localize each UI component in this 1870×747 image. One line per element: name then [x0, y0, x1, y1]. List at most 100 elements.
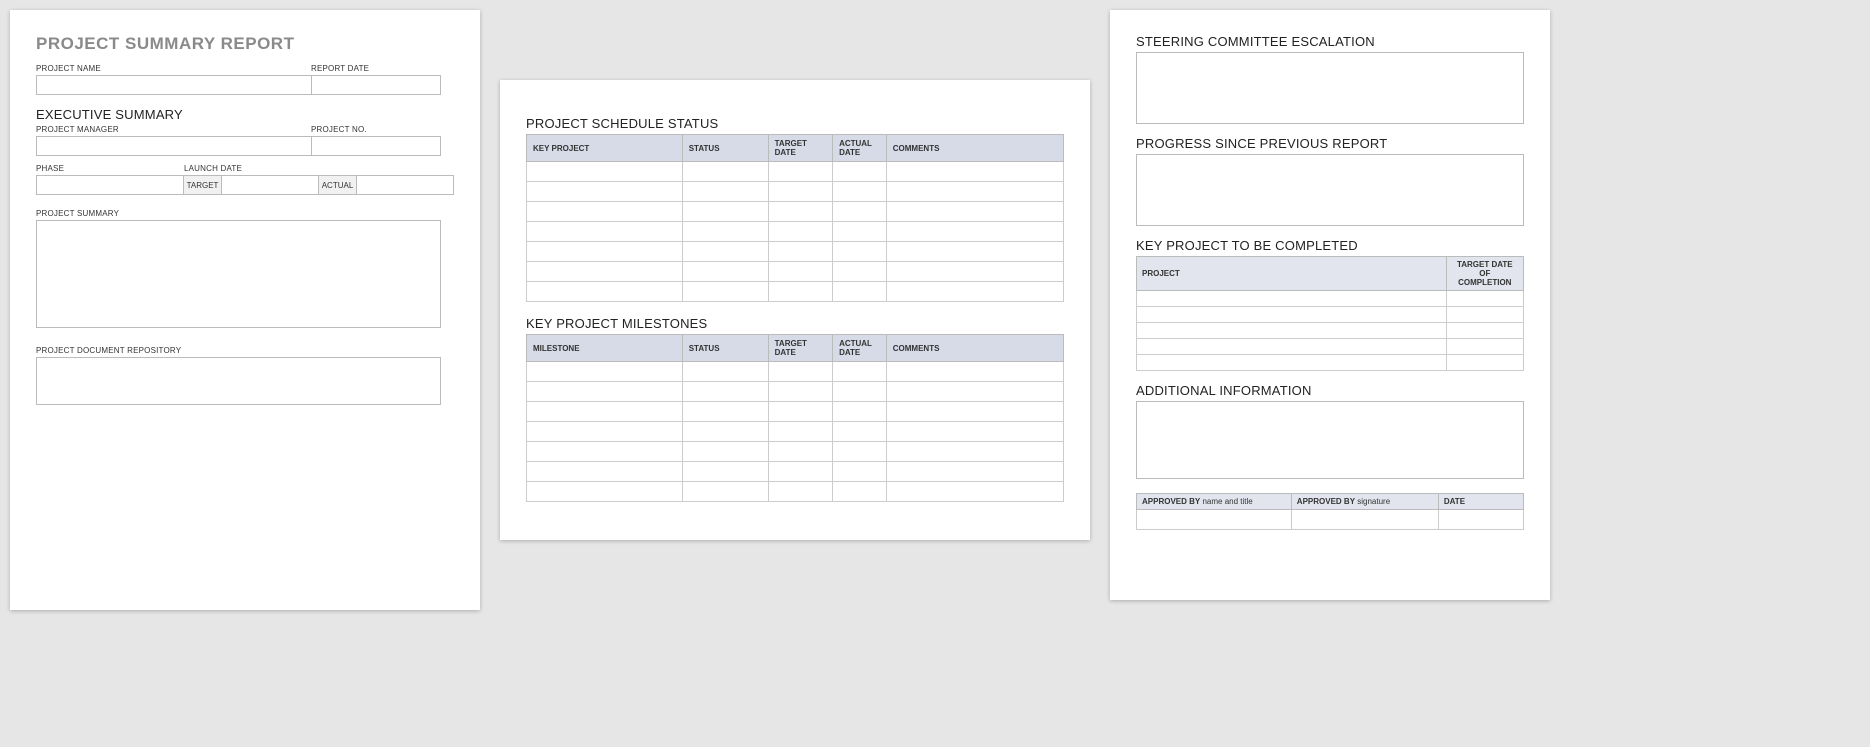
- cell[interactable]: [682, 422, 768, 442]
- cell[interactable]: [1446, 291, 1523, 307]
- cell[interactable]: [768, 222, 832, 242]
- cell[interactable]: [768, 282, 832, 302]
- input-project-summary[interactable]: [36, 220, 441, 328]
- cell[interactable]: [682, 482, 768, 502]
- cell[interactable]: [768, 242, 832, 262]
- cell[interactable]: [833, 222, 887, 242]
- cell[interactable]: [768, 422, 832, 442]
- cell[interactable]: [833, 362, 887, 382]
- cell[interactable]: [768, 202, 832, 222]
- cell[interactable]: [682, 402, 768, 422]
- cell[interactable]: [527, 282, 683, 302]
- input-progress[interactable]: [1136, 154, 1524, 226]
- cell[interactable]: [527, 402, 683, 422]
- cell[interactable]: [1446, 307, 1523, 323]
- cell[interactable]: [886, 462, 1063, 482]
- cell[interactable]: [886, 442, 1063, 462]
- cell[interactable]: [833, 482, 887, 502]
- cell[interactable]: [527, 462, 683, 482]
- cell[interactable]: [886, 482, 1063, 502]
- cell[interactable]: [1137, 291, 1447, 307]
- cell[interactable]: [833, 462, 887, 482]
- input-approved-signature[interactable]: [1291, 510, 1438, 530]
- input-repository[interactable]: [36, 357, 441, 405]
- cell[interactable]: [527, 242, 683, 262]
- input-phase[interactable]: [36, 175, 184, 195]
- cell[interactable]: [527, 162, 683, 182]
- cell[interactable]: [768, 162, 832, 182]
- cell[interactable]: [768, 462, 832, 482]
- cell[interactable]: [833, 442, 887, 462]
- cell[interactable]: [1137, 307, 1447, 323]
- cell[interactable]: [527, 362, 683, 382]
- cell[interactable]: [682, 442, 768, 462]
- input-approved-name[interactable]: [1137, 510, 1292, 530]
- cell[interactable]: [682, 162, 768, 182]
- input-project-no[interactable]: [311, 136, 441, 156]
- cell[interactable]: [886, 262, 1063, 282]
- cell[interactable]: [833, 182, 887, 202]
- cell[interactable]: [768, 382, 832, 402]
- cell[interactable]: [682, 202, 768, 222]
- input-report-date[interactable]: [311, 75, 441, 95]
- cell[interactable]: [682, 242, 768, 262]
- cell[interactable]: [682, 262, 768, 282]
- input-additional-info[interactable]: [1136, 401, 1524, 479]
- row-project-name-date: PROJECT NAME REPORT DATE: [36, 64, 454, 95]
- th-kp-project: PROJECT: [1137, 257, 1447, 291]
- cell[interactable]: [1446, 323, 1523, 339]
- cell[interactable]: [682, 362, 768, 382]
- cell[interactable]: [768, 182, 832, 202]
- cell[interactable]: [768, 482, 832, 502]
- cell[interactable]: [768, 442, 832, 462]
- cell[interactable]: [527, 442, 683, 462]
- cell[interactable]: [682, 462, 768, 482]
- input-approved-date[interactable]: [1438, 510, 1523, 530]
- cell[interactable]: [1446, 355, 1523, 371]
- cell[interactable]: [886, 402, 1063, 422]
- input-launch-actual[interactable]: [357, 175, 454, 195]
- cell[interactable]: [1137, 355, 1447, 371]
- cell[interactable]: [886, 282, 1063, 302]
- cell[interactable]: [1446, 339, 1523, 355]
- cell[interactable]: [768, 402, 832, 422]
- cell[interactable]: [768, 262, 832, 282]
- cell[interactable]: [886, 362, 1063, 382]
- input-project-manager[interactable]: [36, 136, 311, 156]
- cell[interactable]: [682, 382, 768, 402]
- cell[interactable]: [833, 282, 887, 302]
- cell[interactable]: [886, 382, 1063, 402]
- cell[interactable]: [527, 482, 683, 502]
- cell[interactable]: [833, 242, 887, 262]
- table-row: [527, 242, 1064, 262]
- cell[interactable]: [527, 222, 683, 242]
- cell[interactable]: [886, 202, 1063, 222]
- cell[interactable]: [886, 422, 1063, 442]
- cell[interactable]: [527, 262, 683, 282]
- cell[interactable]: [527, 182, 683, 202]
- table-row: [527, 162, 1064, 182]
- cell[interactable]: [768, 362, 832, 382]
- cell[interactable]: [886, 182, 1063, 202]
- cell[interactable]: [886, 162, 1063, 182]
- cell[interactable]: [886, 222, 1063, 242]
- cell[interactable]: [1137, 339, 1447, 355]
- cell[interactable]: [886, 242, 1063, 262]
- cell[interactable]: [527, 382, 683, 402]
- cell[interactable]: [1137, 323, 1447, 339]
- cell[interactable]: [833, 422, 887, 442]
- input-escalation[interactable]: [1136, 52, 1524, 124]
- cell[interactable]: [833, 382, 887, 402]
- cell[interactable]: [833, 262, 887, 282]
- cell[interactable]: [833, 402, 887, 422]
- input-project-name[interactable]: [36, 75, 311, 95]
- cell[interactable]: [682, 182, 768, 202]
- table-milestones: MILESTONE STATUS TARGET DATE ACTUAL DATE…: [526, 334, 1064, 502]
- cell[interactable]: [682, 222, 768, 242]
- cell[interactable]: [833, 202, 887, 222]
- cell[interactable]: [527, 422, 683, 442]
- cell[interactable]: [682, 282, 768, 302]
- input-launch-target[interactable]: [222, 175, 319, 195]
- cell[interactable]: [833, 162, 887, 182]
- cell[interactable]: [527, 202, 683, 222]
